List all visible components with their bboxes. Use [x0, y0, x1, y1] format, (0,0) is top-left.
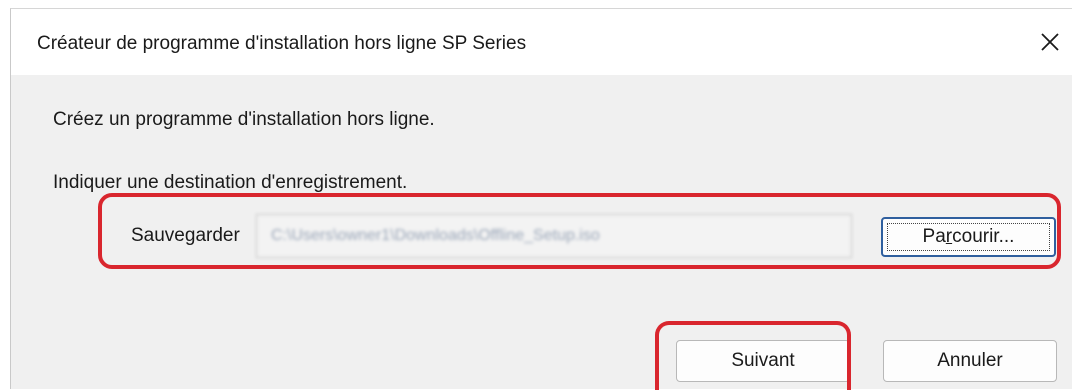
- close-icon: [1041, 33, 1059, 51]
- destination-instruction: Indiquer une destination d'enregistremen…: [53, 172, 408, 193]
- window-title: Créateur de programme d'installation hor…: [37, 33, 527, 54]
- highlight-next-button: [655, 321, 851, 390]
- cancel-button[interactable]: Annuler: [883, 340, 1057, 382]
- title-bar: Créateur de programme d'installation hor…: [11, 9, 1072, 75]
- close-button[interactable]: [1030, 25, 1070, 59]
- intro-message: Créez un programme d'installation hors l…: [53, 109, 435, 130]
- highlight-save-row: [98, 193, 1061, 269]
